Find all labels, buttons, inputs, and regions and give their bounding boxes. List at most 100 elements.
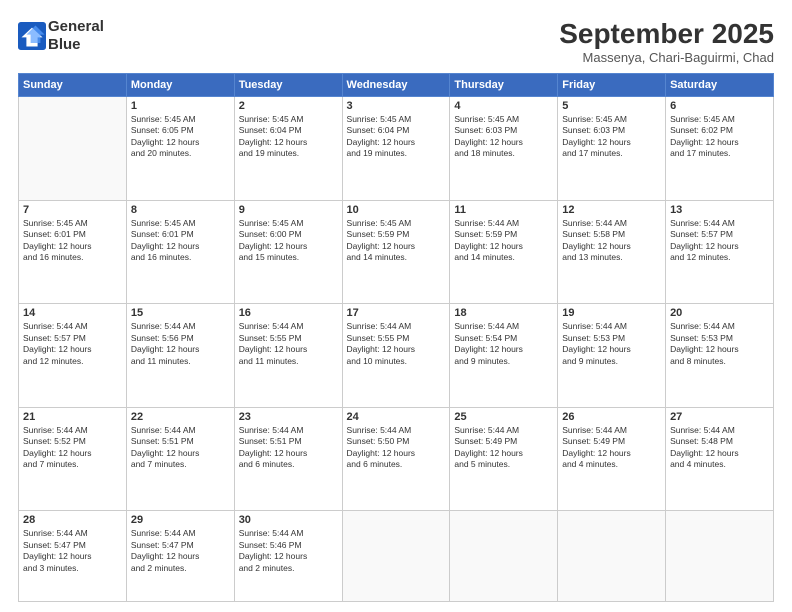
weekday-header-thursday: Thursday: [450, 74, 558, 97]
day-info: Sunrise: 5:44 AMSunset: 5:54 PMDaylight:…: [454, 321, 553, 367]
day-info: Sunrise: 5:44 AMSunset: 5:49 PMDaylight:…: [454, 425, 553, 471]
day-number: 18: [454, 307, 553, 319]
calendar-cell: [558, 511, 666, 602]
calendar-cell: 22Sunrise: 5:44 AMSunset: 5:51 PMDayligh…: [126, 407, 234, 511]
calendar-cell: 7Sunrise: 5:45 AMSunset: 6:01 PMDaylight…: [19, 200, 127, 304]
day-number: 25: [454, 411, 553, 423]
calendar-cell: 4 Sunrise: 5:45 AMSunset: 6:03 PMDaylight…: [450, 97, 558, 201]
day-info: Sunrise: 5:44 AMSunset: 5:52 PMDaylight:…: [23, 425, 122, 471]
day-number: 11: [454, 204, 553, 216]
day-number: 5: [562, 100, 661, 112]
day-info: Sunrise: 5:44 AMSunset: 5:57 PMDaylight:…: [23, 321, 122, 367]
day-info: Sunrise: 5:44 AMSunset: 5:50 PMDaylight:…: [347, 425, 446, 471]
calendar-week-1: 1 Sunrise: 5:45 AMSunset: 6:05 PMDaylight…: [19, 97, 774, 201]
day-number: 1: [131, 100, 230, 112]
weekday-header-saturday: Saturday: [666, 74, 774, 97]
calendar-cell: [342, 511, 450, 602]
day-number: 16: [239, 307, 338, 319]
calendar-week-3: 14 Sunrise: 5:44 AMSunset: 5:57 PMDayligh…: [19, 304, 774, 408]
calendar-cell: 27 Sunrise: 5:44 AMSunset: 5:48 PMDayligh…: [666, 407, 774, 511]
calendar-cell: 24 Sunrise: 5:44 AMSunset: 5:50 PMDayligh…: [342, 407, 450, 511]
calendar-cell: 6 Sunrise: 5:45 AMSunset: 6:02 PMDaylight…: [666, 97, 774, 201]
day-number: 4: [454, 100, 553, 112]
calendar-cell: 8 Sunrise: 5:45 AMSunset: 6:01 PMDaylight…: [126, 200, 234, 304]
day-number: 30: [239, 514, 338, 526]
day-number: 19: [562, 307, 661, 319]
calendar-cell: 28 Sunrise: 5:44 AMSunset: 5:47 PMDayligh…: [19, 511, 127, 602]
calendar-cell: 23 Sunrise: 5:44 AMSunset: 5:51 PMDayligh…: [234, 407, 342, 511]
day-info: Sunrise: 5:44 AMSunset: 5:51 PMDaylight:…: [239, 425, 338, 471]
day-number: 22: [131, 411, 230, 423]
day-info: Sunrise: 5:45 AMSunset: 6:04 PMDaylight:…: [239, 114, 338, 160]
calendar-week-2: 7 Sunrise: 5:45 AMSunset: 6:01 PMDaylight…: [19, 200, 774, 304]
day-number: 9: [239, 204, 338, 216]
day-info: Sunrise: 5:44 AMSunset: 5:46 PMDaylight:…: [239, 528, 338, 574]
calendar-cell: 11 Sunrise: 5:44 AMSunset: 5:59 PMDayligh…: [450, 200, 558, 304]
calendar-cell: 5Sunrise: 5:45 AMSunset: 6:03 PMDaylight…: [558, 97, 666, 201]
calendar-cell: 3 Sunrise: 5:45 AMSunset: 6:04 PMDaylight…: [342, 97, 450, 201]
day-info: Sunrise: 5:45 AMSunset: 6:02 PMDaylight:…: [670, 114, 769, 160]
calendar-cell: 26 Sunrise: 5:44 AMSunset: 5:49 PMDayligh…: [558, 407, 666, 511]
calendar-cell: 18 Sunrise: 5:44 AMSunset: 5:54 PMDayligh…: [450, 304, 558, 408]
day-info: Sunrise: 5:44 AMSunset: 5:48 PMDaylight:…: [670, 425, 769, 471]
calendar-cell: 9 Sunrise: 5:45 AMSunset: 6:00 PMDaylight…: [234, 200, 342, 304]
day-info: Sunrise: 5:45 AMSunset: 6:00 PMDaylight:…: [239, 218, 338, 264]
day-number: 23: [239, 411, 338, 423]
day-number: 10: [347, 204, 446, 216]
day-info: Sunrise: 5:44 AMSunset: 5:55 PMDaylight:…: [239, 321, 338, 367]
calendar-cell: [450, 511, 558, 602]
day-info: Sunrise: 5:44 AMSunset: 5:47 PMDaylight:…: [131, 528, 230, 574]
day-number: 8: [131, 204, 230, 216]
calendar-cell: 13Sunrise: 5:44 AMSunset: 5:57 PMDayligh…: [666, 200, 774, 304]
day-number: 3: [347, 100, 446, 112]
day-info: Sunrise: 5:45 AMSunset: 6:04 PMDaylight:…: [347, 114, 446, 160]
day-info: Sunrise: 5:45 AMSunset: 6:03 PMDaylight:…: [454, 114, 553, 160]
day-info: Sunrise: 5:44 AMSunset: 5:55 PMDaylight:…: [347, 321, 446, 367]
day-info: Sunrise: 5:44 AMSunset: 5:58 PMDaylight:…: [562, 218, 661, 264]
logo-text: General Blue: [48, 18, 104, 54]
day-info: Sunrise: 5:44 AMSunset: 5:49 PMDaylight:…: [562, 425, 661, 471]
day-number: 21: [23, 411, 122, 423]
logo: General Blue: [18, 18, 104, 54]
calendar-cell: 1 Sunrise: 5:45 AMSunset: 6:05 PMDaylight…: [126, 97, 234, 201]
day-number: 7: [23, 204, 122, 216]
day-number: 29: [131, 514, 230, 526]
weekday-header-sunday: Sunday: [19, 74, 127, 97]
day-number: 6: [670, 100, 769, 112]
calendar-week-5: 28 Sunrise: 5:44 AMSunset: 5:47 PMDayligh…: [19, 511, 774, 602]
day-number: 17: [347, 307, 446, 319]
calendar-cell: 30 Sunrise: 5:44 AMSunset: 5:46 PMDayligh…: [234, 511, 342, 602]
day-number: 27: [670, 411, 769, 423]
day-info: Sunrise: 5:44 AMSunset: 5:59 PMDaylight:…: [454, 218, 553, 264]
calendar-cell: 14 Sunrise: 5:44 AMSunset: 5:57 PMDayligh…: [19, 304, 127, 408]
calendar-table: SundayMondayTuesdayWednesdayThursdayFrid…: [18, 73, 774, 602]
calendar-body: 1 Sunrise: 5:45 AMSunset: 6:05 PMDaylight…: [19, 97, 774, 602]
weekday-header-tuesday: Tuesday: [234, 74, 342, 97]
header: General Blue September 2025 Massenya, Ch…: [18, 18, 774, 65]
calendar-cell: 29 Sunrise: 5:44 AMSunset: 5:47 PMDayligh…: [126, 511, 234, 602]
calendar-cell: [666, 511, 774, 602]
day-number: 24: [347, 411, 446, 423]
day-number: 12: [562, 204, 661, 216]
weekday-header-friday: Friday: [558, 74, 666, 97]
day-info: Sunrise: 5:44 AMSunset: 5:47 PMDaylight:…: [23, 528, 122, 574]
calendar-cell: 17 Sunrise: 5:44 AMSunset: 5:55 PMDayligh…: [342, 304, 450, 408]
day-info: Sunrise: 5:44 AMSunset: 5:57 PMDaylight:…: [670, 218, 769, 264]
calendar-cell: 19Sunrise: 5:44 AMSunset: 5:53 PMDayligh…: [558, 304, 666, 408]
calendar-cell: 2Sunrise: 5:45 AMSunset: 6:04 PMDaylight…: [234, 97, 342, 201]
calendar-cell: 16 Sunrise: 5:44 AMSunset: 5:55 PMDayligh…: [234, 304, 342, 408]
calendar-cell: 20Sunrise: 5:44 AMSunset: 5:53 PMDayligh…: [666, 304, 774, 408]
title-block: September 2025 Massenya, Chari-Baguirmi,…: [559, 18, 774, 65]
calendar-cell: 12 Sunrise: 5:44 AMSunset: 5:58 PMDayligh…: [558, 200, 666, 304]
day-number: 28: [23, 514, 122, 526]
calendar-week-4: 21 Sunrise: 5:44 AMSunset: 5:52 PMDayligh…: [19, 407, 774, 511]
day-number: 14: [23, 307, 122, 319]
calendar-header-row: SundayMondayTuesdayWednesdayThursdayFrid…: [19, 74, 774, 97]
day-number: 26: [562, 411, 661, 423]
day-number: 15: [131, 307, 230, 319]
calendar-cell: 25 Sunrise: 5:44 AMSunset: 5:49 PMDayligh…: [450, 407, 558, 511]
day-info: Sunrise: 5:44 AMSunset: 5:56 PMDaylight:…: [131, 321, 230, 367]
day-info: Sunrise: 5:45 AMSunset: 6:05 PMDaylight:…: [131, 114, 230, 160]
day-info: Sunrise: 5:45 AMSunset: 6:01 PMDaylight:…: [131, 218, 230, 264]
calendar-cell: 10Sunrise: 5:45 AMSunset: 5:59 PMDayligh…: [342, 200, 450, 304]
